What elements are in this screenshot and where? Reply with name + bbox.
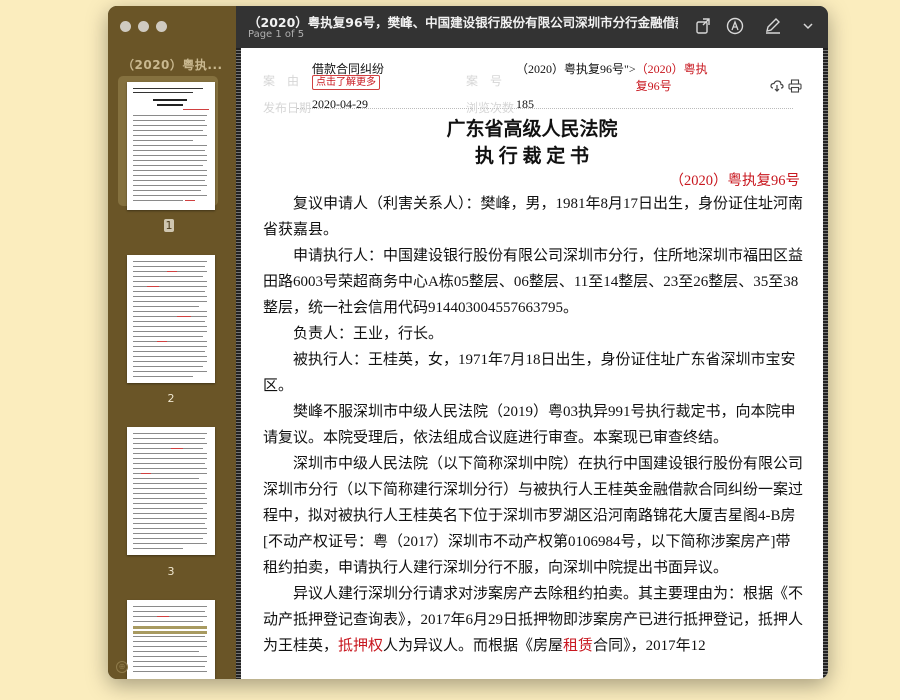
markup-icon[interactable] [726,17,744,35]
print-icon[interactable] [788,79,802,93]
case-number: （2020）粤执复96号 [669,173,801,189]
learn-more-link[interactable]: 点击了解更多 [312,75,380,90]
close-window-button[interactable] [120,21,131,32]
share-icon[interactable] [694,17,712,35]
title-bar: （2020）粤执复96号，樊峰、中国建设银行股份有限公司深圳市分行金融借款...… [236,6,828,48]
paragraph: 被执行人：王桂英，女，1971年7月18日出生，身份证住址广东省深圳市宝安区。 [263,352,796,394]
case-number-meta: （2020）粤执复96号">（2020）粤执复96号 [516,60,716,94]
page-thumbnail-3[interactable] [127,427,215,555]
document-view[interactable]: 案 由 借款合同纠纷 点击了解更多 案 号 （2020）粤执复96号">（202… [236,48,828,679]
chevron-down-icon[interactable] [802,17,814,35]
case-number-red: （2020）粤执复96号 [635,62,708,93]
paragraph: 异议人建行深圳分行请求对涉案房产去除租约拍卖。其主要理由为：根据《不动产抵押登记… [263,581,803,659]
zoom-window-button[interactable] [156,21,167,32]
court-name: 广东省高级人民法院 [446,119,618,140]
document-title: （2020）粤执复96号，樊峰、中国建设银行股份有限公司深圳市分行金融借款... [248,15,678,30]
download-icon[interactable] [770,79,784,93]
preview-window: （2020）粤执... 1 2 3 ⊕ （2020）粤执复96号，樊峰、中国建设… [108,6,828,679]
page-number-3[interactable]: 3 [161,565,181,578]
page-number-2[interactable]: 2 [161,392,181,405]
publish-date: 2020-04-29 [312,97,368,111]
paragraph-text: 合同》，2017年12 [593,638,706,654]
paragraph: 负责人：王业，行长。 [293,326,444,342]
ghost-label-number: 案 号 [466,74,503,88]
view-count: 185 [516,97,534,111]
page-number-1[interactable]: 1 [164,219,174,232]
page-thumbnail-1[interactable] [127,82,215,210]
document-type: 执 行 裁 定 书 [474,146,589,167]
thumbnail-sidebar: （2020）粤执... 1 2 3 ⊕ [108,6,236,679]
sidebar-options-icon[interactable]: ⊕ [116,661,128,673]
meta-divider [297,108,793,109]
paragraph: 申请执行人：中国建设银行股份有限公司深圳市分行，住所地深圳市福田区益田路6003… [263,248,804,316]
highlighted-term: 租赁 [563,638,594,654]
document-page: 案 由 借款合同纠纷 点击了解更多 案 号 （2020）粤执复96号">（202… [236,48,828,679]
minimize-window-button[interactable] [138,21,149,32]
page-indicator: Page 1 of 5 [248,29,305,40]
page-thumbnail-4[interactable] [127,600,215,679]
document-body: 复议申请人（利害关系人）：樊峰，男，1981年8月17日出生，身份证住址河南省获… [263,191,803,659]
highlighted-term: 抵押权 [338,638,384,654]
paragraph: 深圳市中级人民法院（以下简称深圳中院）在执行中国建设银行股份有限公司深圳市分行（… [263,456,804,576]
paragraph: 复议申请人（利害关系人）：樊峰，男，1981年8月17日出生，身份证住址河南省获… [263,196,804,238]
case-number-prefix: （2020）粤执复96号"> [516,62,636,76]
sidebar-title: （2020）粤执... [122,58,223,72]
pen-icon[interactable] [764,17,782,35]
paragraph: 樊峰不服深圳市中级人民法院（2019）粤03执异991号执行裁定书，向本院申请复… [263,404,796,446]
ghost-label-case: 案 由 [263,74,300,88]
paragraph-text: 人为异议人。而根据《房屋 [383,638,564,654]
page-thumbnail-2[interactable] [127,255,215,383]
